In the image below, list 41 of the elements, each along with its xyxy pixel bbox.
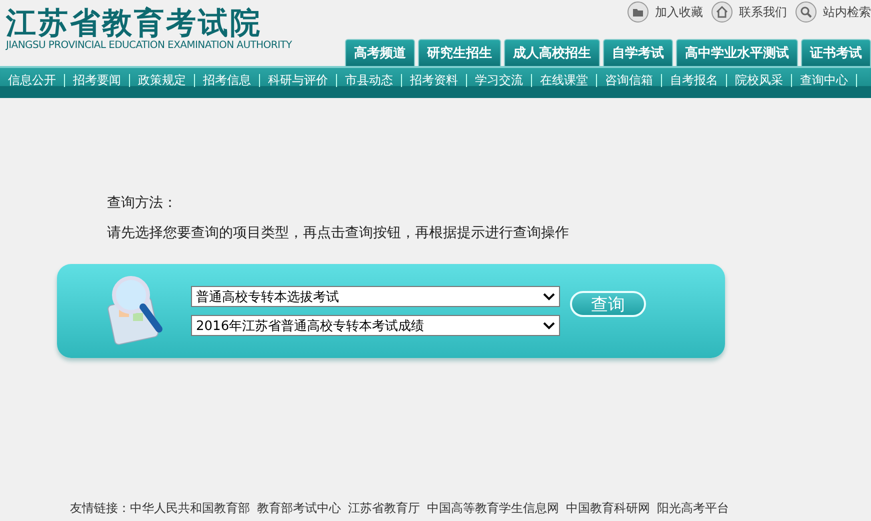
nav-link[interactable]: 自考报名 xyxy=(662,74,727,86)
channel-tab[interactable]: 研究生招生 xyxy=(418,39,501,66)
nav-link[interactable]: 学习交流 xyxy=(467,74,532,86)
nav-link[interactable]: 政策规定 xyxy=(130,74,195,86)
folder-icon xyxy=(627,1,649,23)
query-button[interactable]: 查询 xyxy=(570,291,646,317)
footer-link[interactable]: 江苏省教育厅 xyxy=(348,500,420,517)
dropdown-field[interactable]: 2016年江苏省普通高校专转本考试成绩 xyxy=(191,315,560,336)
footer-label: 友情链接： xyxy=(70,500,130,517)
dropdown-field[interactable]: 普通高校专转本选拔考试 xyxy=(191,286,560,307)
nav-link[interactable]: 招考信息 xyxy=(195,74,260,86)
nav-link[interactable]: 咨询信箱 xyxy=(597,74,662,86)
footer-link[interactable]: 中国教育科研网 xyxy=(566,500,650,517)
house-icon xyxy=(711,1,733,23)
nav-link[interactable]: 院校风采 xyxy=(727,74,792,86)
instructions-heading: 查询方法： xyxy=(107,194,178,213)
top-link[interactable]: 加入收藏 xyxy=(627,1,703,23)
logo-subtitle: JIANGSU PROVINCIAL EDUCATION EXAMINATION AUTHORITY xyxy=(6,40,292,51)
instructions-text: 请先选择您要查询的项目类型，再点击查询按钮，再根据提示进行查询操作 xyxy=(107,224,570,243)
nav-link[interactable]: 招考资料 xyxy=(402,74,467,86)
nav-link[interactable]: 市县动态 xyxy=(337,74,402,86)
channel-tab[interactable]: 高考频道 xyxy=(345,39,415,66)
logo-title: 江苏省教育考试院 xyxy=(6,8,262,40)
top-link[interactable]: 联系我们 xyxy=(711,1,787,23)
channel-tab[interactable]: 证书考试 xyxy=(801,39,871,66)
top-link[interactable]: 站内检索 xyxy=(795,1,871,23)
footer-link[interactable]: 阳光高考平台 xyxy=(657,500,729,517)
chevron-down-icon xyxy=(543,292,555,300)
channel-tab[interactable]: 成人高校招生 xyxy=(504,39,600,66)
footer-link[interactable]: 中华人民共和国教育部 xyxy=(130,500,250,517)
nav-link[interactable]: 科研与评价 xyxy=(260,74,337,86)
nav-link[interactable]: 查询中心 xyxy=(792,74,857,86)
chevron-down-icon xyxy=(543,322,555,330)
footer-link[interactable]: 教育部考试中心 xyxy=(257,500,341,517)
nav-link[interactable]: 在线课堂 xyxy=(532,74,597,86)
nav-link[interactable]: 信息公开 xyxy=(0,74,65,86)
footer-link[interactable]: 中国高等教育学生信息网 xyxy=(427,500,559,517)
channel-tab[interactable]: 自学考试 xyxy=(603,39,673,66)
channel-tab[interactable]: 高中学业水平测试 xyxy=(676,39,798,66)
search-icon xyxy=(795,1,817,23)
nav-link[interactable]: 招考要闻 xyxy=(65,74,130,86)
